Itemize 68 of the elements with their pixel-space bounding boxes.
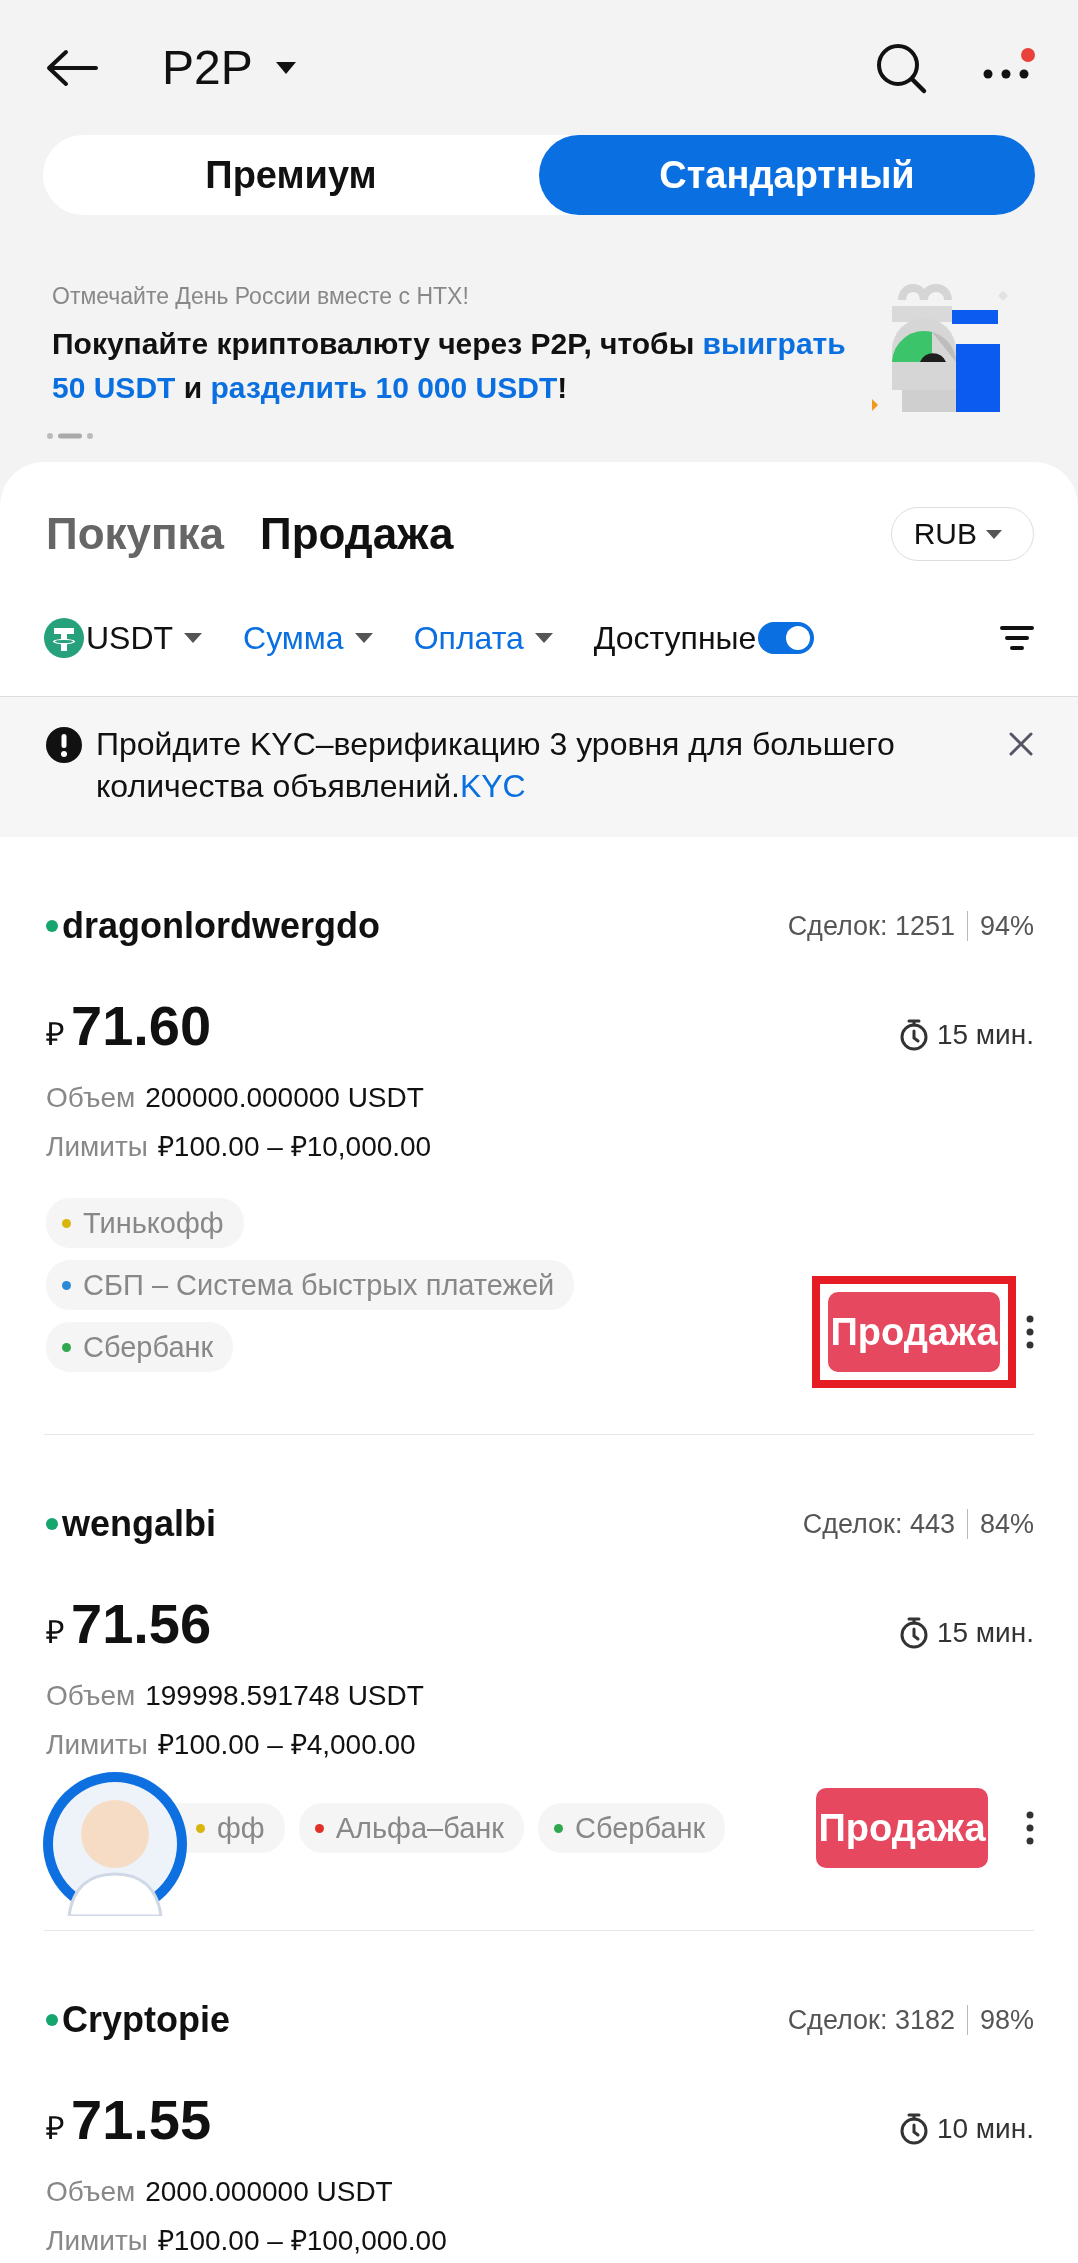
banner-subtitle: Отмечайте День России вместе с HTX!: [52, 283, 470, 310]
more-icon[interactable]: [1026, 1315, 1034, 1349]
limits-label: Лимиты: [46, 1729, 148, 1761]
tab[interactable]: Покупка: [46, 509, 225, 559]
volume-value: 199998.591748 USDT: [145, 1680, 424, 1712]
payment-time: 10 мин.: [936, 2113, 1034, 2145]
completion-rate: 84%: [979, 1508, 1034, 1540]
price: 71.56: [71, 1591, 212, 1656]
timer-icon: [898, 1616, 929, 1650]
tab[interactable]: Продажа: [260, 509, 454, 559]
kyc-link[interactable]: KYC: [459, 768, 526, 804]
completion-rate: 98%: [979, 2004, 1034, 2036]
filter-dropdown[interactable]: Оплата: [413, 619, 554, 657]
toggle-switch[interactable]: [758, 622, 815, 654]
merchant-name[interactable]: wengalbi: [62, 1503, 217, 1545]
limits-label: Лимиты: [46, 1131, 148, 1163]
back-icon[interactable]: [44, 47, 100, 88]
trade-count: Сделок: 443: [802, 1508, 955, 1540]
payment-time: 15 мин.: [936, 1019, 1034, 1051]
limits-label: Лимиты: [46, 2225, 148, 2257]
payment-method-name: Тинькофф: [83, 1206, 224, 1240]
filter-icon[interactable]: [1000, 625, 1034, 651]
price: 71.60: [71, 993, 212, 1058]
timer-icon: [898, 1018, 929, 1052]
limits-value: ₽100.00 – ₽10,000.00: [157, 1130, 432, 1164]
payment-method-name: СБП – Система быстрых платежей: [83, 1268, 555, 1302]
filter-dropdown[interactable]: Сумма: [243, 619, 374, 657]
support-avatar[interactable]: [43, 1772, 187, 1916]
close-icon[interactable]: [1008, 731, 1034, 757]
completion-rate: 94%: [979, 910, 1034, 942]
merchant-name[interactable]: Cryptopie: [62, 1999, 230, 2041]
currency-symbol: ₽: [46, 2109, 65, 2148]
notice-text: Пройдите KYC–верификацию 3 уровня для большего количества объявлений.KYC: [96, 725, 896, 806]
caret-icon: [533, 632, 554, 644]
sell-button[interactable]: Продажа: [828, 1292, 1000, 1372]
merchant-name[interactable]: dragonlordwergdo: [62, 905, 380, 947]
tab[interactable]: Премиум: [43, 135, 539, 215]
currency-symbol: ₽: [46, 1613, 65, 1652]
payment-method-name: Альфа–банк: [335, 1811, 504, 1845]
alert-icon: [46, 727, 82, 763]
banner-headline[interactable]: Покупайте криптовалюту через P2P, чтобы выиграть 50 USDT и разделить 10 000 USDT!: [52, 322, 852, 410]
toggle-label: Доступные: [593, 619, 757, 657]
payment-time: 15 мин.: [936, 1617, 1034, 1649]
title-dropdown[interactable]: P2P: [162, 40, 297, 95]
limits-value: ₽100.00 – ₽4,000.00: [157, 1728, 416, 1762]
caret-icon: [353, 632, 374, 644]
payment-method-name: Сбербанк: [83, 1330, 214, 1364]
filter-dropdown[interactable]: USDT: [44, 618, 204, 658]
caret-icon: [985, 528, 1003, 540]
trade-count: Сделок: 3182: [787, 2004, 955, 2036]
tab[interactable]: Стандартный: [539, 135, 1035, 215]
payment-method-name: фф: [217, 1811, 265, 1845]
volume-label: Объем: [46, 1082, 136, 1114]
payment-method-name: Сбербанк: [575, 1811, 706, 1845]
tether-icon: [44, 618, 84, 658]
timer-icon: [898, 2112, 929, 2146]
volume-value: 2000.000000 USDT: [145, 2176, 393, 2208]
trade-count: Сделок: 1251: [787, 910, 955, 942]
caret-icon: [183, 632, 204, 644]
more-icon[interactable]: [1026, 1811, 1034, 1845]
sell-button[interactable]: Продажа: [816, 1788, 988, 1868]
currency-symbol: ₽: [46, 1015, 65, 1054]
volume-label: Объем: [46, 1680, 136, 1712]
price: 71.55: [71, 2087, 212, 2152]
volume-value: 200000.000000 USDT: [145, 1082, 424, 1114]
caret-icon: [274, 60, 297, 75]
limits-value: ₽100.00 – ₽100,000.00: [157, 2224, 447, 2258]
volume-label: Объем: [46, 2176, 136, 2208]
